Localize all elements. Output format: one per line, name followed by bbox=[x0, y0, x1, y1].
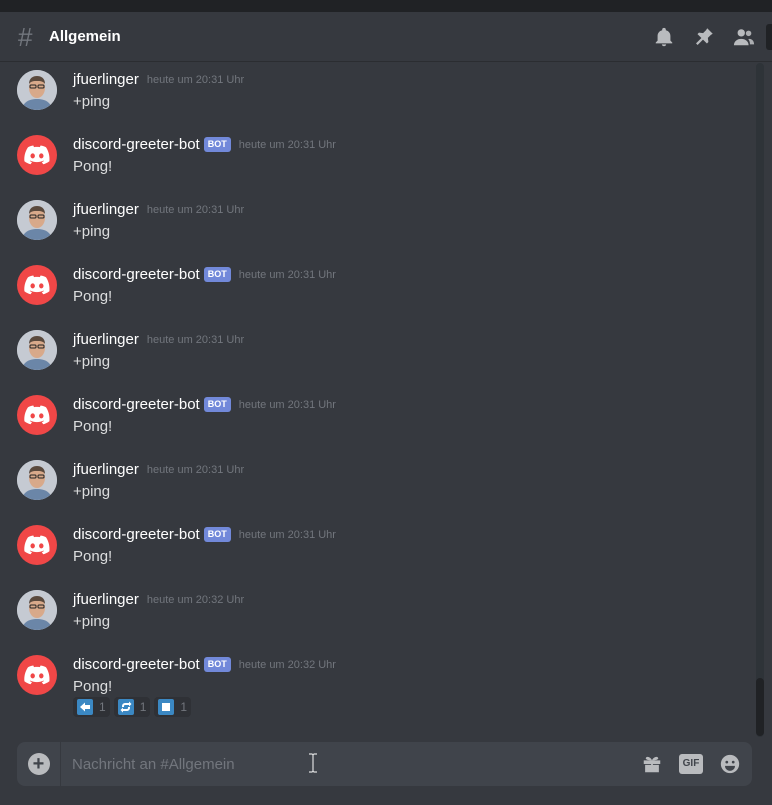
bot-tag-badge: BOT bbox=[203, 137, 231, 152]
user-avatar[interactable] bbox=[17, 200, 57, 240]
user-avatar[interactable] bbox=[17, 330, 57, 370]
message-header: jfuerlinger heute um 20:31 Uhr bbox=[73, 201, 244, 218]
channel-hash-icon: # bbox=[18, 21, 33, 52]
gif-button[interactable]: GIF bbox=[679, 752, 703, 776]
message-header: jfuerlinger heute um 20:31 Uhr bbox=[73, 331, 244, 348]
message-timestamp: heute um 20:31 Uhr bbox=[238, 138, 336, 151]
message-timestamp: heute um 20:31 Uhr bbox=[238, 398, 336, 411]
arrow-left-icon bbox=[77, 699, 93, 715]
message-list[interactable]: jfuerlinger heute um 20:31 Uhr +ping dis… bbox=[0, 63, 758, 735]
message-content: Pong! bbox=[73, 288, 113, 305]
reaction-stop[interactable]: 1 bbox=[154, 697, 192, 717]
message-header: discord-greeter-bot BOT heute um 20:32 U… bbox=[73, 656, 336, 673]
reaction-bar: 1 1 1 bbox=[73, 697, 195, 717]
author-name[interactable]: discord-greeter-bot bbox=[73, 526, 200, 543]
message-header: discord-greeter-bot BOT heute um 20:31 U… bbox=[73, 266, 336, 283]
channel-name: Allgemein bbox=[49, 28, 121, 45]
message-input[interactable] bbox=[72, 742, 572, 786]
message-content: +ping bbox=[73, 483, 111, 500]
user-avatar[interactable] bbox=[17, 460, 57, 500]
message-timestamp: heute um 20:31 Uhr bbox=[146, 463, 245, 476]
author-name[interactable]: discord-greeter-bot bbox=[73, 136, 200, 153]
message-item[interactable]: discord-greeter-bot BOT heute um 20:31 U… bbox=[0, 131, 740, 191]
message-timestamp: heute um 20:31 Uhr bbox=[146, 203, 245, 216]
message-timestamp: heute um 20:31 Uhr bbox=[146, 333, 245, 346]
scrollbar-thumb[interactable] bbox=[756, 678, 764, 736]
message-timestamp: heute um 20:31 Uhr bbox=[238, 268, 336, 281]
author-name[interactable]: jfuerlinger bbox=[73, 461, 139, 478]
message-header: jfuerlinger heute um 20:32 Uhr bbox=[73, 591, 244, 608]
message-content: Pong! bbox=[73, 678, 113, 695]
window-top-strip bbox=[0, 0, 772, 12]
member-list-icon[interactable] bbox=[732, 25, 756, 49]
user-avatar[interactable] bbox=[17, 70, 57, 110]
gift-icon[interactable] bbox=[640, 752, 664, 776]
author-name[interactable]: jfuerlinger bbox=[73, 71, 139, 88]
message-content: Pong! bbox=[73, 548, 113, 565]
reaction-arrow-left[interactable]: 1 bbox=[73, 697, 110, 717]
repeat-icon bbox=[117, 699, 134, 715]
message-timestamp: heute um 20:31 Uhr bbox=[238, 528, 336, 541]
user-avatar[interactable] bbox=[17, 590, 57, 630]
author-name[interactable]: jfuerlinger bbox=[73, 201, 139, 218]
message-content: +ping bbox=[73, 93, 111, 110]
author-name[interactable]: jfuerlinger bbox=[73, 591, 139, 608]
author-name[interactable]: discord-greeter-bot bbox=[73, 396, 200, 413]
author-name[interactable]: discord-greeter-bot bbox=[73, 266, 200, 283]
header-toolbar bbox=[636, 12, 772, 62]
scrollbar-track[interactable] bbox=[756, 63, 764, 737]
author-name[interactable]: jfuerlinger bbox=[73, 331, 139, 348]
upload-button[interactable]: + bbox=[17, 742, 61, 786]
bot-tag-badge: BOT bbox=[203, 267, 231, 282]
message-content: Pong! bbox=[73, 418, 113, 435]
reaction-count: 1 bbox=[99, 700, 106, 714]
reaction-repeat[interactable]: 1 bbox=[113, 697, 151, 717]
bot-avatar[interactable] bbox=[17, 525, 57, 565]
message-header: discord-greeter-bot BOT heute um 20:31 U… bbox=[73, 396, 336, 413]
bot-tag-badge: BOT bbox=[203, 527, 231, 542]
message-header: jfuerlinger heute um 20:31 Uhr bbox=[73, 461, 244, 478]
reaction-count: 1 bbox=[180, 700, 188, 714]
notification-bell-icon[interactable] bbox=[652, 25, 676, 49]
sidebar-edge-tab[interactable] bbox=[766, 24, 772, 50]
channel-header: # Allgemein bbox=[0, 12, 772, 62]
message-header: discord-greeter-bot BOT heute um 20:31 U… bbox=[73, 136, 336, 153]
message-content: +ping bbox=[73, 613, 111, 630]
bot-tag-badge: BOT bbox=[203, 397, 231, 412]
message-item[interactable]: jfuerlinger heute um 20:31 Uhr +ping bbox=[0, 326, 740, 386]
message-content: Pong! bbox=[73, 158, 113, 175]
message-item[interactable]: jfuerlinger heute um 20:31 Uhr +ping bbox=[0, 456, 740, 516]
message-header: jfuerlinger heute um 20:31 Uhr bbox=[73, 71, 244, 88]
bot-tag-badge: BOT bbox=[203, 657, 231, 672]
gif-icon: GIF bbox=[679, 754, 703, 774]
message-item[interactable]: discord-greeter-bot BOT heute um 20:31 U… bbox=[0, 521, 740, 581]
bot-avatar[interactable] bbox=[17, 395, 57, 435]
emoji-icon[interactable] bbox=[718, 752, 742, 776]
message-timestamp: heute um 20:32 Uhr bbox=[146, 593, 245, 606]
bot-avatar[interactable] bbox=[17, 135, 57, 175]
plus-circle-icon: + bbox=[27, 753, 50, 775]
message-timestamp: heute um 20:32 Uhr bbox=[238, 658, 336, 671]
message-header: discord-greeter-bot BOT heute um 20:31 U… bbox=[73, 526, 336, 543]
message-item[interactable]: jfuerlinger heute um 20:31 Uhr +ping bbox=[0, 196, 740, 256]
message-composer: + GIF bbox=[17, 742, 752, 786]
pin-icon[interactable] bbox=[692, 25, 716, 49]
composer-toolbar: GIF bbox=[625, 742, 742, 786]
message-item[interactable]: jfuerlinger heute um 20:32 Uhr +ping bbox=[0, 586, 740, 646]
message-content: +ping bbox=[73, 223, 111, 240]
author-name[interactable]: discord-greeter-bot bbox=[73, 656, 200, 673]
stop-square-icon bbox=[158, 699, 175, 715]
reaction-count: 1 bbox=[139, 700, 147, 714]
message-item[interactable]: discord-greeter-bot BOT heute um 20:31 U… bbox=[0, 391, 740, 451]
message-content: +ping bbox=[73, 353, 111, 370]
message-item[interactable]: discord-greeter-bot BOT heute um 20:31 U… bbox=[0, 261, 740, 321]
bot-avatar[interactable] bbox=[17, 265, 57, 305]
message-item[interactable]: jfuerlinger heute um 20:31 Uhr +ping bbox=[0, 66, 740, 126]
message-timestamp: heute um 20:31 Uhr bbox=[146, 73, 245, 86]
text-cursor-icon bbox=[309, 753, 317, 773]
bot-avatar[interactable] bbox=[17, 655, 57, 695]
